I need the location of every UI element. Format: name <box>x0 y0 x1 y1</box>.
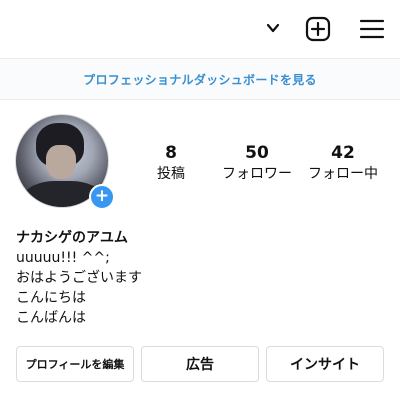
bio-line: uuuuu!!! ^^; <box>16 250 110 266</box>
bio-line: おはようございます <box>16 270 142 286</box>
following-label: フォロー中 <box>308 166 378 182</box>
stat-followers[interactable]: 50 フォロワー <box>217 143 297 184</box>
avatar-container[interactable]: + <box>15 114 115 210</box>
followers-count: 50 <box>245 143 269 163</box>
following-count: 42 <box>331 143 355 163</box>
bio-line: こんばんは <box>16 310 86 326</box>
bio-line: こんにちは <box>16 290 86 306</box>
posts-label: 投稿 <box>157 166 185 182</box>
stat-following[interactable]: 42 フォロー中 <box>303 143 383 184</box>
profile-name: ナカシゲのアユム <box>16 230 128 246</box>
followers-label: フォロワー <box>222 166 292 182</box>
top-bar <box>0 0 400 59</box>
edit-profile-button[interactable]: プロフィールを編集 <box>16 346 134 382</box>
ads-button[interactable]: 広告 <box>141 346 259 382</box>
profile-bio: ナカシゲのアユム uuuuu!!! ^^; おはようございます こんにちは こん… <box>16 228 142 328</box>
add-story-icon[interactable]: + <box>89 184 115 210</box>
menu-icon[interactable] <box>359 16 385 46</box>
avatar-face <box>46 145 76 179</box>
chevron-down-icon[interactable] <box>265 20 281 40</box>
insights-button[interactable]: インサイト <box>266 346 384 382</box>
posts-count: 8 <box>165 143 177 163</box>
stat-posts[interactable]: 8 投稿 <box>131 143 211 184</box>
professional-dashboard-link[interactable]: プロフェッショナルダッシュボードを見る <box>0 59 400 100</box>
new-post-icon[interactable] <box>305 16 331 46</box>
